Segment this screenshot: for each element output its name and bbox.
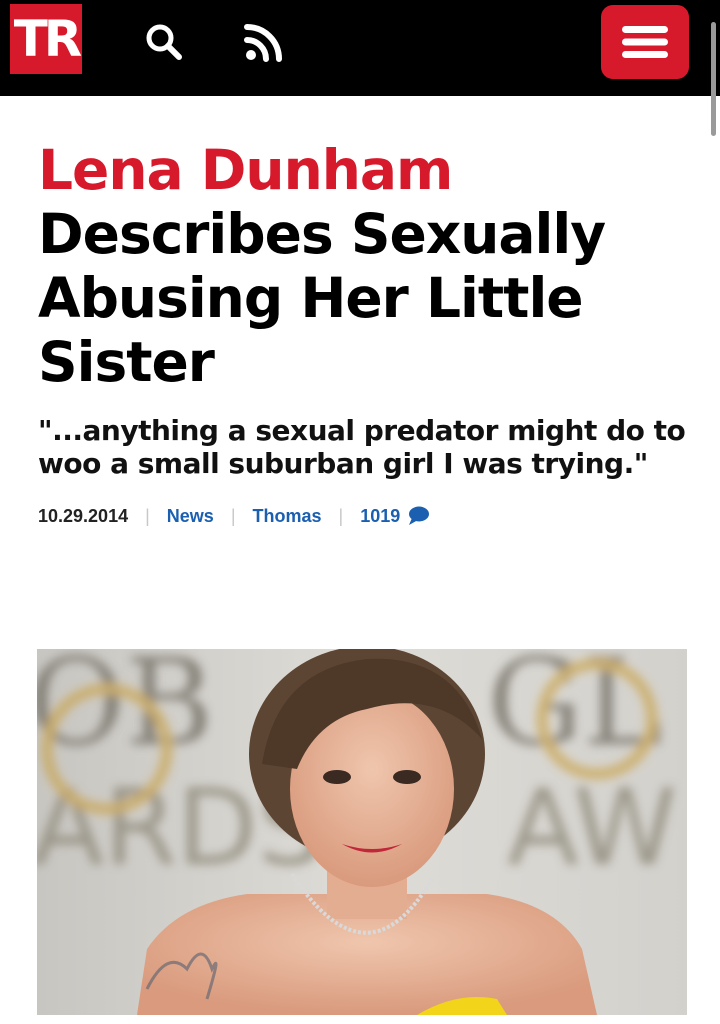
headline-text: Describes Sexually Abusing Her Little Si… (38, 202, 606, 394)
meta-divider: | (338, 505, 344, 526)
rss-icon[interactable] (242, 20, 286, 64)
comments-link[interactable]: 1019 (360, 506, 430, 527)
article-headline: Lena Dunham Describes Sexually Abusing H… (38, 138, 688, 394)
menu-icon (622, 26, 668, 58)
subject-eye (323, 770, 351, 784)
subject-eye (393, 770, 421, 784)
headline-highlight: Lena Dunham (38, 138, 453, 202)
search-icon[interactable] (142, 20, 186, 64)
category-link[interactable]: News (167, 506, 214, 527)
article-subheadline: "...anything a sexual predator might do … (38, 414, 686, 480)
page-scrollbar[interactable] (711, 22, 716, 136)
backdrop-fragment: AW (507, 767, 677, 889)
article-hero-image[interactable]: OB GL ARDS AW (37, 649, 687, 1015)
author-link[interactable]: Thomas (253, 506, 322, 527)
article-meta: 10.29.2014 | News | Thomas | 1019 (38, 503, 430, 529)
site-logo[interactable]: TR (10, 4, 82, 74)
top-navigation-bar: TR (0, 0, 720, 96)
comment-count: 1019 (360, 505, 401, 526)
menu-button[interactable] (601, 5, 689, 79)
meta-divider: | (230, 505, 236, 526)
publish-date: 10.29.2014 (38, 505, 129, 526)
speech-bubble-icon (409, 506, 430, 525)
meta-divider: | (145, 505, 150, 526)
